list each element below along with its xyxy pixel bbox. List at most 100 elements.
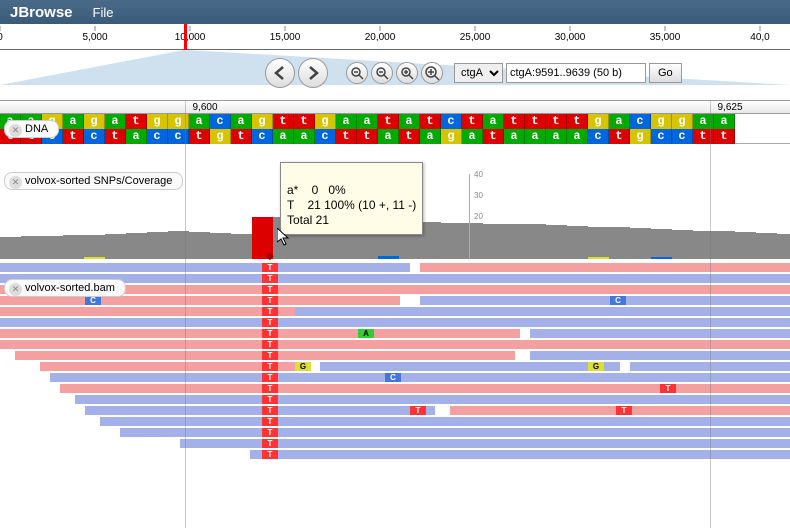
ruler-tick: 9,625 [717,102,742,113]
dna-base: g [210,129,231,144]
refseq-select[interactable]: ctgA [454,63,503,83]
dna-base: a [189,114,210,129]
alignment-read[interactable] [0,296,400,305]
coverage-bar[interactable] [210,233,231,259]
overview-tick: 30,000 [555,32,586,43]
coverage-bar[interactable] [105,234,126,259]
alignment-read[interactable] [0,340,790,349]
coverage-bar[interactable] [42,236,63,259]
go-button[interactable]: Go [649,63,682,83]
overview-tick: 15,000 [270,32,301,43]
alignment-read[interactable] [100,417,790,426]
file-menu[interactable]: File [93,5,114,20]
alignment-read[interactable] [530,351,790,360]
overview-tick: 35,000 [650,32,681,43]
alignment-read[interactable] [50,373,790,382]
coverage-bar[interactable] [525,224,546,259]
pan-left-button[interactable] [265,58,295,88]
alignment-read[interactable] [0,307,295,316]
coverage-bar[interactable] [63,235,84,259]
coverage-bar[interactable] [126,233,147,259]
coverage-bar[interactable] [84,235,105,259]
dna-base: a [63,114,84,129]
alignment-read[interactable] [0,318,790,327]
mismatch-base: T [410,406,426,415]
dna-base: t [420,114,441,129]
dna-base: a [357,114,378,129]
close-icon[interactable]: ✕ [9,124,22,137]
coverage-scale: 0 10 20 30 40 [469,174,485,259]
dna-base: t [714,129,735,144]
zoom-out-all-button[interactable] [346,62,368,84]
scale-tick: 30 [474,191,483,200]
coverage-bar[interactable] [231,234,252,259]
mismatch-base: T [660,384,676,393]
zoom-in-button[interactable] [396,62,418,84]
overview-tick: 10,000 [175,32,206,43]
alignment-read[interactable] [0,329,520,338]
coverage-bar[interactable] [567,226,588,259]
coverage-bar[interactable] [756,233,777,259]
dna-base: a [273,129,294,144]
coverage-bar[interactable] [546,225,567,259]
alignment-read[interactable] [250,450,790,459]
coverage-bar[interactable] [588,227,609,259]
snp-column-base: T [262,428,278,437]
coverage-bar[interactable] [777,234,790,259]
alignment-read[interactable] [420,296,790,305]
snp-column-base: T [262,384,278,393]
ruler-tick: 9,600 [192,102,217,113]
dna-base: a [525,129,546,144]
snp-column-base: T [262,274,278,283]
alignment-read[interactable] [530,329,790,338]
dna-base: a [546,129,567,144]
coverage-bar[interactable] [672,230,693,259]
coverage-bar[interactable] [630,228,651,259]
dna-base: a [126,129,147,144]
dna-base: a [504,129,525,144]
alignment-read[interactable] [75,395,790,404]
dna-base: t [483,129,504,144]
zoom-in-all-button[interactable] [421,62,443,84]
coverage-bar[interactable] [0,237,21,259]
coverage-bar[interactable] [189,232,210,259]
alignment-read[interactable] [120,428,790,437]
alignment-read[interactable] [295,307,790,316]
close-icon[interactable]: ✕ [9,283,22,296]
mismatch-base: T [616,406,632,415]
mismatch-base: G [588,362,604,371]
coverage-bar[interactable] [483,224,504,259]
zoom-out-button[interactable] [371,62,393,84]
dna-base: t [399,129,420,144]
pan-right-button[interactable] [298,58,328,88]
overview-tick: 25,000 [460,32,491,43]
coverage-bar[interactable] [147,232,168,259]
location-input[interactable] [506,63,646,83]
close-icon[interactable]: ✕ [9,176,22,189]
dna-base: a [399,114,420,129]
coverage-bar[interactable] [651,229,672,259]
overview-tick: 5,000 [82,32,107,43]
dna-base: g [672,114,693,129]
alignment-read[interactable] [60,384,790,393]
alignment-read[interactable] [0,263,410,272]
coverage-bar[interactable] [735,232,756,259]
snp-column-base: T [262,351,278,360]
coverage-track-label[interactable]: ✕ volvox-sorted SNPs/Coverage [4,172,183,190]
coverage-bar[interactable] [714,231,735,259]
dna-track-label[interactable]: ✕ DNA [4,120,59,138]
coverage-bar[interactable] [609,227,630,259]
mismatch-base: C [85,296,101,305]
coverage-bar[interactable] [504,224,525,259]
alignment-read[interactable] [320,362,620,371]
coverage-bar[interactable] [21,236,42,259]
scale-ruler[interactable]: 9,600 9,625 [0,100,790,114]
snp-column-base: T [262,417,278,426]
dna-base: a [567,129,588,144]
coverage-bar[interactable] [441,223,462,259]
alignment-read[interactable] [420,263,790,272]
alignment-read[interactable] [85,406,435,415]
bam-track-label[interactable]: ✕ volvox-sorted.bam [4,279,126,297]
overview-ruler[interactable]: 05,00010,00015,00020,00025,00030,00035,0… [0,24,790,50]
overview-position-marker[interactable] [184,24,187,50]
